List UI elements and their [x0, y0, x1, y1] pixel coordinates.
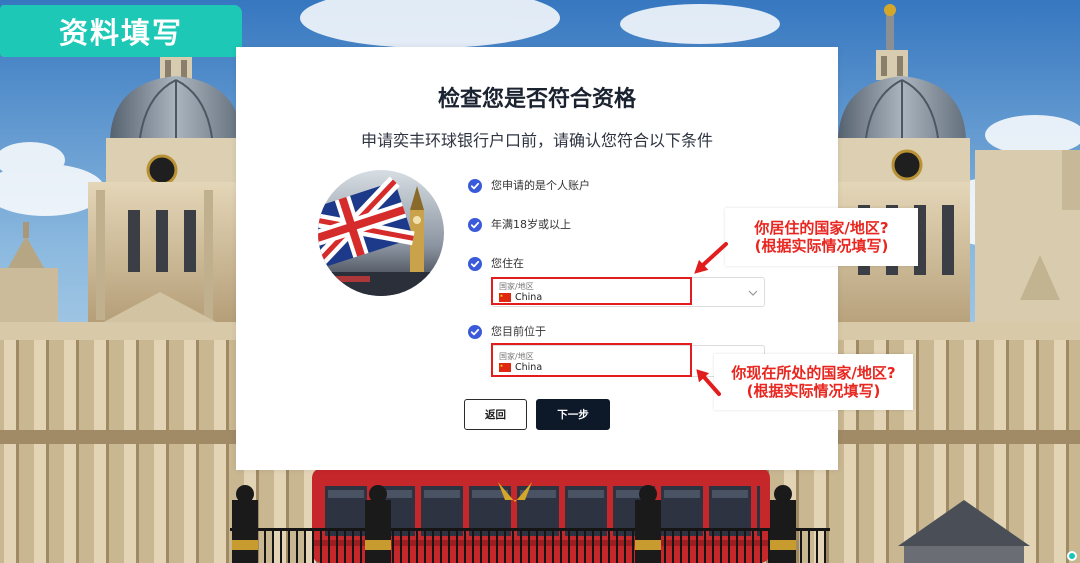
chat-widget-dot[interactable] [1067, 551, 1077, 561]
checklist-label: 您住在 [491, 257, 524, 270]
check-circle-icon [468, 325, 482, 339]
annotation-line: (根据实际情况填写) [746, 382, 881, 400]
residence-select-highlight [491, 277, 692, 305]
next-button[interactable]: 下一步 [536, 399, 610, 430]
section-badge: 资料填写 [0, 5, 242, 57]
far-right-building [975, 150, 1080, 340]
check-circle-icon [468, 218, 482, 232]
checklist-item-current-location: 您目前位于 [468, 324, 546, 340]
checklist-label: 您申请的是个人账户 [491, 179, 590, 192]
checklist-item-age: 年满18岁或以上 [468, 217, 571, 233]
checklist-item-residence: 您住在 [468, 256, 524, 272]
annotation-line: (根据实际情况填写) [754, 237, 889, 255]
back-button[interactable]: 返回 [464, 399, 527, 430]
checklist-label: 您目前位于 [491, 325, 546, 338]
page-title: 检查您是否符合资格 [437, 87, 636, 112]
location-select-highlight [491, 343, 692, 377]
checklist-item-personal-account: 您申请的是个人账户 [468, 178, 590, 194]
annotation-current-location: 你现在所处的国家/地区? (根据实际情况填写) [714, 354, 913, 410]
uk-flag-big-ben-image [318, 170, 444, 296]
annotation-line: 你居住的国家/地区? [754, 219, 889, 237]
checklist-label: 年满18岁或以上 [491, 218, 571, 231]
page-subtitle: 申请奕丰环球银行户口前，请确认您符合以下条件 [360, 131, 713, 150]
page: 资料填写 检查您是否符合资格 申请奕丰环球银行户口前，请确认您符合以下条件 您申… [0, 0, 1080, 563]
chevron-down-icon[interactable] [748, 290, 758, 296]
annotation-residence: 你居住的国家/地区? (根据实际情况填写) [725, 208, 918, 266]
check-circle-icon [468, 257, 482, 271]
annotation-line: 你现在所处的国家/地区? [731, 364, 896, 382]
check-circle-icon [468, 179, 482, 193]
